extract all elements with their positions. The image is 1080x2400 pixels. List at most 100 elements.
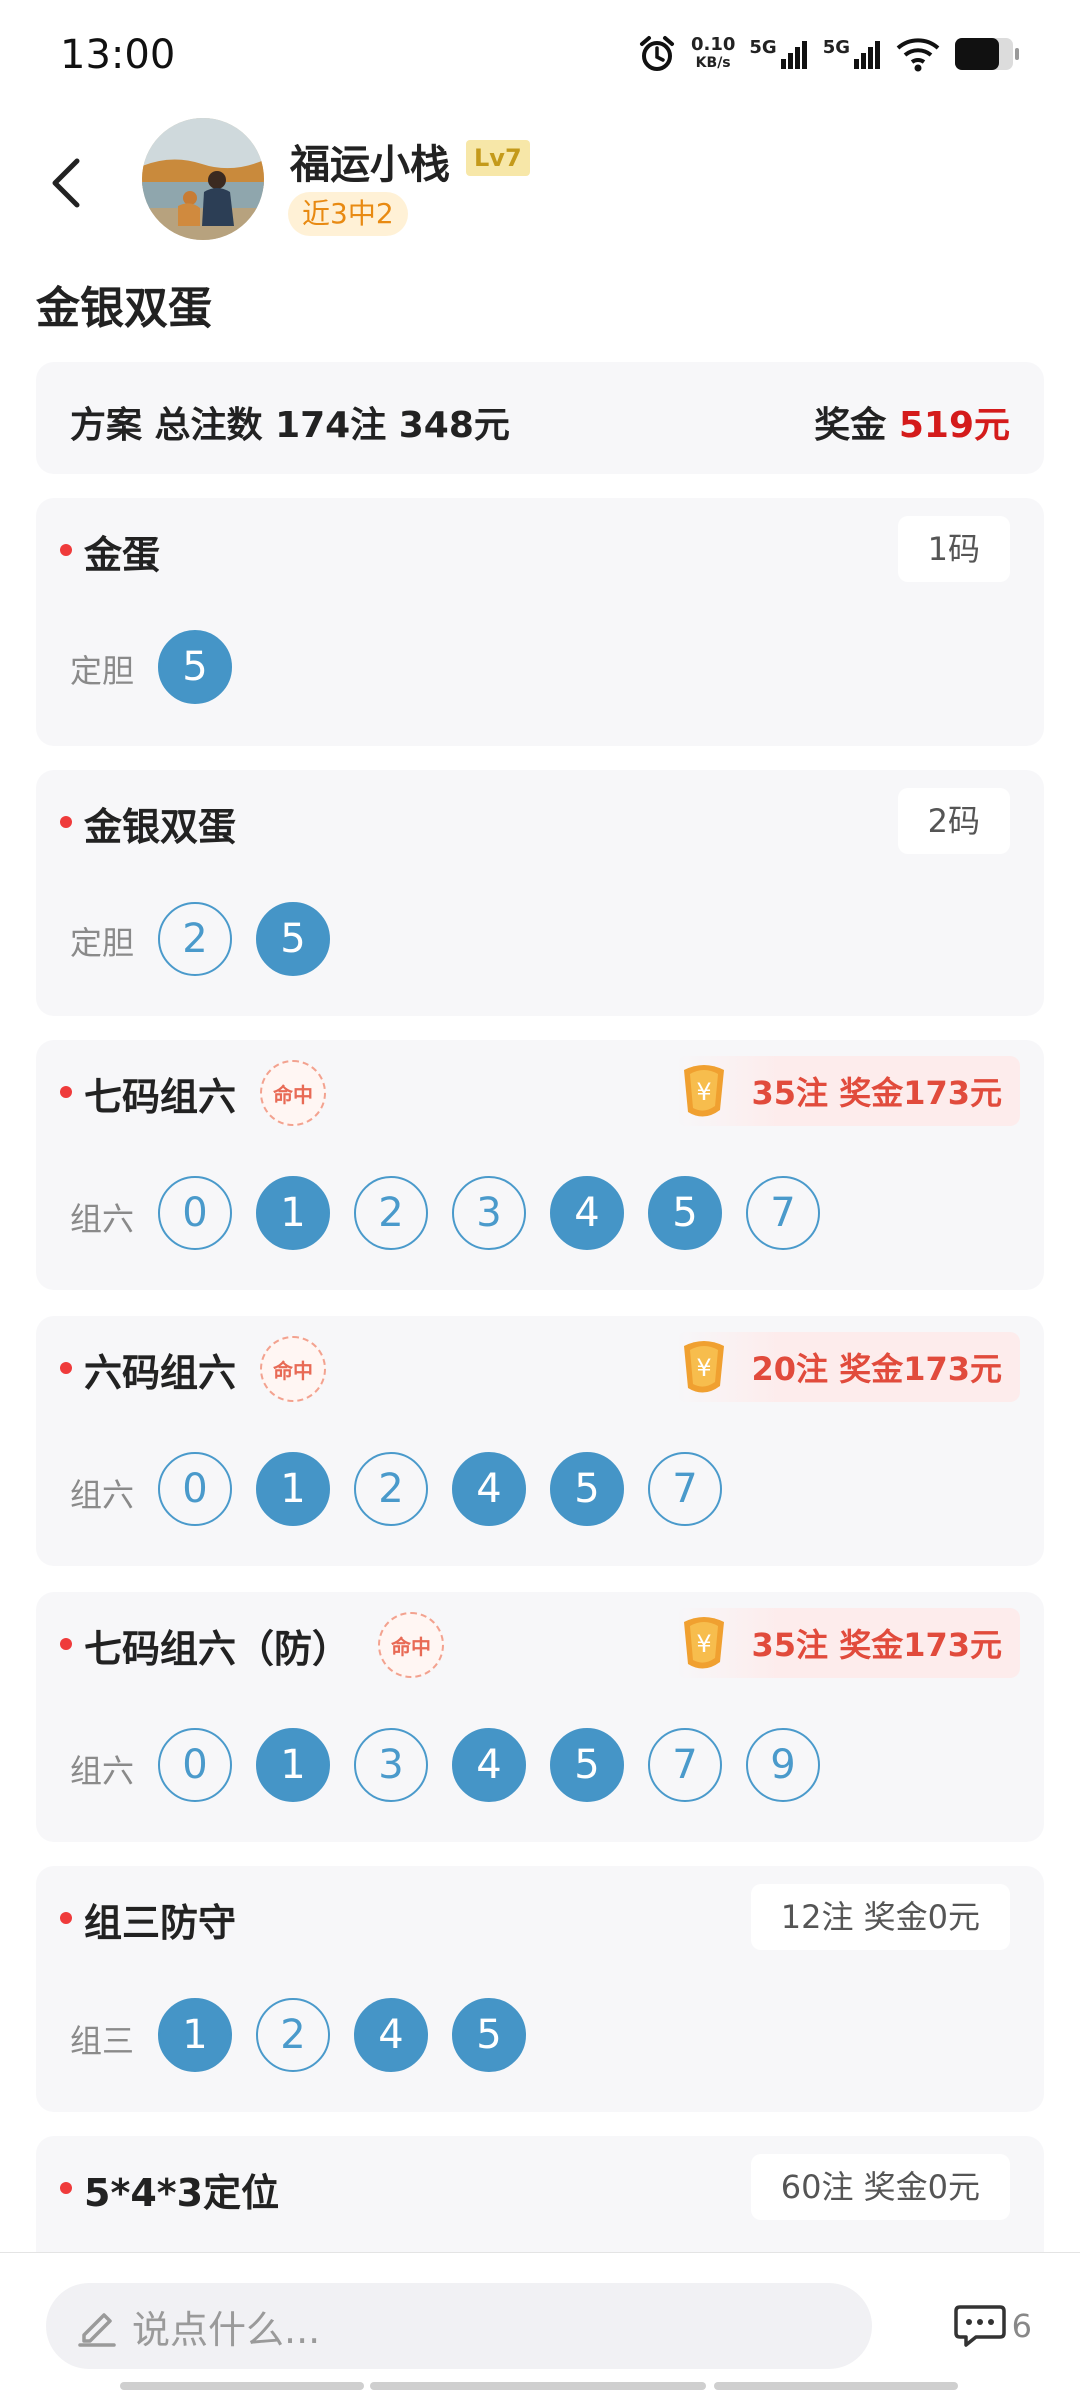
number-ball: 1 (256, 1176, 330, 1250)
section-card: 金蛋 1码 定胆 5 (36, 498, 1044, 746)
section-title: 金银双蛋 (84, 805, 237, 849)
coin-icon: ¥ (676, 1612, 732, 1674)
number-ball: 7 (648, 1728, 722, 1802)
number-ball: 5 (550, 1452, 624, 1526)
header: 福运小栈 Lv7 近3中2 (0, 118, 1080, 258)
comment-count: 6 (1011, 2307, 1032, 2345)
number-ball: 7 (648, 1452, 722, 1526)
gesture-bar (0, 2382, 1080, 2390)
bullet-dot (60, 1912, 72, 1924)
wifi-icon (896, 38, 940, 72)
comment-icon (953, 2305, 1006, 2347)
section-title: 组三防守 (84, 1901, 237, 1945)
row-label: 组六 (70, 1476, 135, 1514)
number-ball: 2 (256, 1998, 330, 2072)
section-title: 5*4*3定位 (84, 2171, 280, 2215)
comment-count-button[interactable]: 6 (953, 2303, 1032, 2349)
level-badge: Lv7 (466, 140, 530, 176)
chevron-left-icon (52, 158, 80, 208)
back-button[interactable] (36, 148, 96, 218)
row-label: 定胆 (70, 924, 135, 962)
section-title: 六码组六 (84, 1351, 237, 1395)
count-pill: 12注 奖金0元 (750, 1884, 1010, 1950)
hit-summary: ¥ 35注 奖金173元 (675, 1608, 1020, 1678)
comment-input[interactable]: 说点什么... (46, 2283, 872, 2369)
avatar[interactable] (142, 118, 264, 240)
svg-text:¥: ¥ (696, 1630, 711, 1658)
count-pill: 2码 (897, 788, 1010, 854)
pencil-icon (78, 2313, 116, 2347)
hit-summary: ¥ 20注 奖金173元 (675, 1332, 1020, 1402)
number-ball: 7 (746, 1176, 820, 1250)
bullet-dot (60, 544, 72, 556)
section-card: 七码组六（防） 命中 ¥ 35注 奖金173元 组六 0 1 3 4 5 7 9 (36, 1592, 1044, 1842)
hit-text: 35注 奖金173元 (751, 1626, 1002, 1664)
number-ball: 4 (452, 1728, 526, 1802)
avatar-image (142, 118, 264, 240)
row-label: 组六 (70, 1752, 135, 1790)
username: 福运小栈 (290, 142, 450, 188)
number-ball: 1 (256, 1452, 330, 1526)
ball-row: 5 (158, 630, 232, 704)
number-ball: 5 (452, 1998, 526, 2072)
row-label: 组六 (70, 1200, 135, 1238)
status-bar: 13:00 0.10 KB/s 5G 5G (0, 0, 1080, 110)
ball-row: 0 1 3 4 5 7 9 (158, 1728, 820, 1802)
bullet-dot (60, 2182, 72, 2194)
number-ball: 4 (354, 1998, 428, 2072)
signal-icon (854, 41, 880, 69)
number-ball: 1 (256, 1728, 330, 1802)
count-pill: 1码 (897, 516, 1010, 582)
ball-row: 0 1 2 3 4 5 7 (158, 1176, 820, 1250)
section-card: 六码组六 命中 ¥ 20注 奖金173元 组六 0 1 2 4 5 7 (36, 1316, 1044, 1566)
ball-row: 2 5 (158, 902, 330, 976)
number-ball: 3 (354, 1728, 428, 1802)
ball-row: 1 2 4 5 (158, 1998, 526, 2072)
row-label: 定胆 (70, 652, 135, 690)
coin-icon: ¥ (676, 1060, 732, 1122)
hit-text: 35注 奖金173元 (751, 1074, 1002, 1112)
number-ball: 5 (256, 902, 330, 976)
section-title: 七码组六（防） (84, 1627, 351, 1671)
plan-prize: 奖金 519元 (814, 396, 1010, 448)
hit-summary: ¥ 35注 奖金173元 (675, 1056, 1020, 1126)
number-ball: 1 (158, 1998, 232, 2072)
signal-2: 5G (823, 39, 882, 69)
number-ball: 4 (452, 1452, 526, 1526)
hit-stamp: 命中 (260, 1060, 326, 1126)
svg-text:¥: ¥ (696, 1078, 711, 1106)
hit-text: 20注 奖金173元 (751, 1350, 1002, 1388)
number-ball: 0 (158, 1728, 232, 1802)
bullet-dot (60, 816, 72, 828)
alarm-icon (639, 36, 674, 71)
comment-bar: 说点什么... 6 (0, 2252, 1080, 2400)
hit-stamp: 命中 (378, 1612, 444, 1678)
svg-text:¥: ¥ (696, 1354, 711, 1382)
plan-summary: 方案 总注数 174注 348元 奖金 519元 (36, 362, 1044, 474)
hit-stamp: 命中 (260, 1336, 326, 1402)
signal-2-label: 5G (822, 37, 850, 58)
section-title: 金蛋 (84, 533, 161, 577)
count-pill: 60注 奖金0元 (750, 2154, 1010, 2220)
number-ball: 3 (452, 1176, 526, 1250)
section-card: 金银双蛋 2码 定胆 2 5 (36, 770, 1044, 1016)
signal-icon (780, 41, 807, 69)
number-ball: 5 (158, 630, 232, 704)
coin-icon: ¥ (676, 1336, 732, 1398)
number-ball: 5 (648, 1176, 722, 1250)
status-icons: 0.10 KB/s 5G 5G (637, 34, 1020, 74)
ball-row: 0 1 2 4 5 7 (158, 1452, 722, 1526)
number-ball: 2 (158, 902, 232, 976)
number-ball: 0 (158, 1176, 232, 1250)
number-ball: 2 (354, 1452, 428, 1526)
prize-label: 奖金 (814, 405, 887, 446)
battery-icon (955, 38, 1019, 70)
comment-placeholder: 说点什么... (132, 2307, 321, 2352)
number-ball: 0 (158, 1452, 232, 1526)
page-title: 金银双蛋 (36, 283, 212, 334)
section-card: 组三防守 12注 奖金0元 组三 1 2 4 5 (36, 1866, 1044, 2112)
net-speed-value: 0.10 (690, 34, 736, 55)
net-speed-unit: KB/s (695, 55, 731, 71)
row-label: 组三 (70, 2022, 135, 2060)
plan-label: 方案 总注数 174注 348元 (70, 405, 510, 446)
